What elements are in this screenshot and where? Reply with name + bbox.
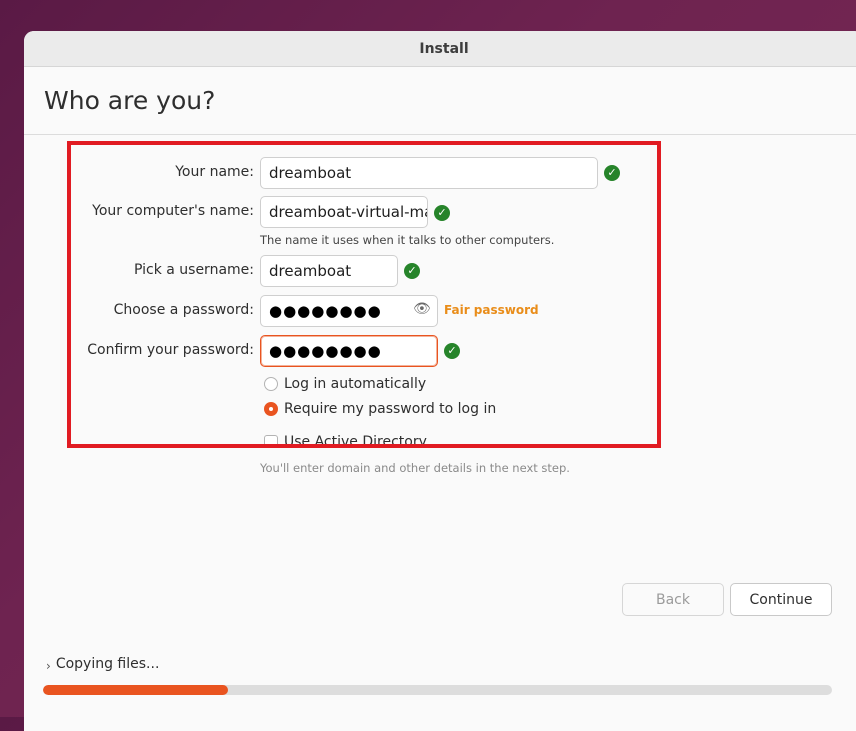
computer-name-input[interactable]: dreamboat-virtual-mac	[260, 196, 428, 228]
progress-expander[interactable]: › Copying files...	[46, 656, 160, 673]
active-directory-option: Use Active Directory	[260, 429, 460, 444]
continue-button[interactable]: Continue	[730, 583, 832, 616]
confirm-password-valid-icon: ✓	[444, 343, 460, 359]
installer-window: Install Who are you? Your name: dreamboa…	[24, 31, 856, 731]
progress-fill	[43, 685, 229, 695]
computer-name-valid-icon: ✓	[434, 205, 450, 221]
show-password-icon[interactable]: 👁	[413, 301, 431, 317]
computer-name-hint: The name it uses when it talks to other …	[260, 233, 555, 247]
require-password-label[interactable]: Require my password to log in	[284, 401, 496, 417]
password-input[interactable]: ●●●●●●●●	[260, 295, 438, 327]
password-mask: ●●●●●●●●	[269, 302, 382, 320]
confirm-password-label: Confirm your password:	[87, 342, 254, 358]
active-directory-label[interactable]: Use Active Directory	[284, 434, 427, 444]
progress-bar	[43, 685, 832, 695]
page-title: Who are you?	[44, 86, 216, 115]
name-input[interactable]: dreamboat	[260, 157, 598, 189]
window-title: Install	[24, 31, 856, 67]
username-valid-icon: ✓	[404, 263, 420, 279]
confirm-password-input[interactable]: ●●●●●●●●	[260, 335, 438, 367]
password-label: Choose a password:	[113, 302, 254, 318]
divider	[24, 134, 856, 135]
chevron-right-icon: ›	[46, 659, 51, 673]
username-label: Pick a username:	[133, 262, 254, 278]
name-valid-icon: ✓	[604, 165, 620, 181]
username-input[interactable]: dreamboat	[260, 255, 398, 287]
confirm-password-mask: ●●●●●●●●	[269, 342, 382, 360]
password-strength: Fair password	[444, 303, 539, 317]
login-automatically-radio[interactable]	[264, 377, 278, 391]
computer-name-label: Your computer's name:	[92, 203, 254, 219]
name-label: Your name:	[175, 164, 254, 180]
require-password-radio[interactable]	[264, 402, 278, 416]
login-automatically-label[interactable]: Log in automatically	[284, 376, 426, 392]
back-button[interactable]: Back	[622, 583, 724, 616]
active-directory-checkbox[interactable]	[264, 435, 278, 444]
active-directory-hint: You'll enter domain and other details in…	[260, 461, 570, 475]
progress-label: Copying files...	[55, 656, 160, 672]
